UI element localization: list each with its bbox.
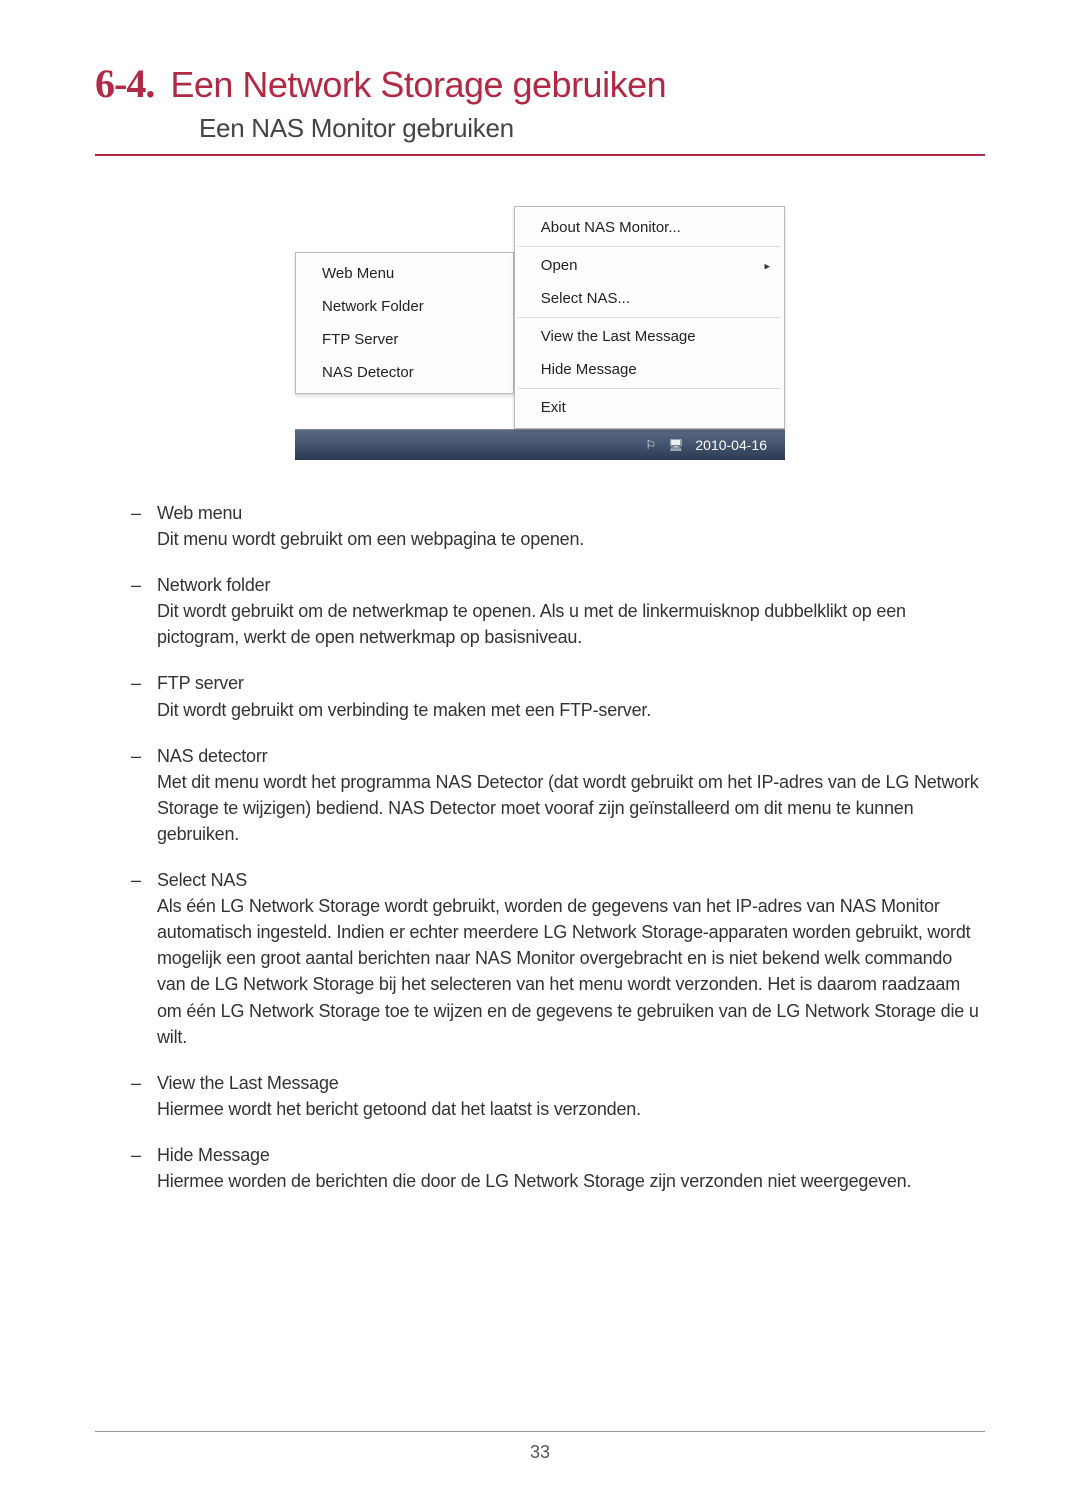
desc-body: Als één LG Network Storage wordt gebruik… [157,893,985,1050]
dash-bullet: – [131,500,141,526]
desc-item-nas-detector: – NAS detectorr Met dit menu wordt het p… [95,743,985,847]
menu-item-view-last-message[interactable]: View the Last Message [517,320,782,353]
desc-item-ftp-server: – FTP server Dit wordt gebruikt om verbi… [95,670,985,722]
desc-term: FTP server [157,673,244,693]
title-rule [95,154,985,156]
desc-item-network-folder: – Network folder Dit wordt gebruikt om d… [95,572,985,650]
tray-monitor-icon: 🖥 [668,438,683,452]
footer-rule [95,1431,985,1432]
menu-separator [518,317,781,318]
tray-context-menu: About NAS Monitor... Open Select NAS... … [514,206,785,429]
menu-item-open[interactable]: Open [517,249,782,282]
submenu-item-web-menu[interactable]: Web Menu [298,257,511,290]
desc-body: Dit wordt gebruikt om verbinding te make… [157,697,985,723]
desc-body: Hiermee worden de berichten die door de … [157,1168,985,1194]
desc-item-select-nas: – Select NAS Als één LG Network Storage … [95,867,985,1050]
taskbar: ⚐ 🖥 2010-04-16 [295,429,785,460]
desc-item-web-menu: – Web menu Dit menu wordt gebruikt om ee… [95,500,985,552]
submenu-item-network-folder[interactable]: Network Folder [298,290,511,323]
desc-term: View the Last Message [157,1073,339,1093]
page-number: 33 [95,1442,985,1463]
taskbar-date: 2010-04-16 [695,437,767,453]
menu-separator [518,388,781,389]
desc-body: Dit wordt gebruikt om de netwerkmap te o… [157,598,985,650]
menu-item-hide-message[interactable]: Hide Message [517,353,782,386]
dash-bullet: – [131,743,141,769]
section-title: Een Network Storage gebruiken [170,64,666,106]
nas-monitor-menu-figure: Web Menu Network Folder FTP Server NAS D… [295,206,785,460]
desc-body: Dit menu wordt gebruikt om een webpagina… [157,526,985,552]
desc-term: Select NAS [157,870,247,890]
menu-item-exit[interactable]: Exit [517,391,782,424]
dash-bullet: – [131,867,141,893]
dash-bullet: – [131,1070,141,1096]
tray-flag-icon: ⚐ [645,438,656,452]
desc-term: Network folder [157,575,270,595]
menu-item-select-nas[interactable]: Select NAS... [517,282,782,315]
desc-item-hide-message: – Hide Message Hiermee worden de bericht… [95,1142,985,1194]
desc-body: Met dit menu wordt het programma NAS Det… [157,769,985,847]
desc-item-view-last-message: – View the Last Message Hiermee wordt he… [95,1070,985,1122]
menu-item-about[interactable]: About NAS Monitor... [517,211,782,244]
submenu-item-nas-detector[interactable]: NAS Detector [298,356,511,389]
description-list: – Web menu Dit menu wordt gebruikt om ee… [95,500,985,1194]
desc-term: Hide Message [157,1145,270,1165]
dash-bullet: – [131,572,141,598]
section-subtitle: Een NAS Monitor gebruiken [199,113,985,144]
dash-bullet: – [131,1142,141,1168]
open-submenu: Web Menu Network Folder FTP Server NAS D… [295,252,514,394]
menu-separator [518,246,781,247]
section-number: 6-4. [95,60,154,107]
desc-term: NAS detectorr [157,746,267,766]
desc-term: Web menu [157,503,242,523]
submenu-item-ftp-server[interactable]: FTP Server [298,323,511,356]
dash-bullet: – [131,670,141,696]
desc-body: Hiermee wordt het bericht getoond dat he… [157,1096,985,1122]
